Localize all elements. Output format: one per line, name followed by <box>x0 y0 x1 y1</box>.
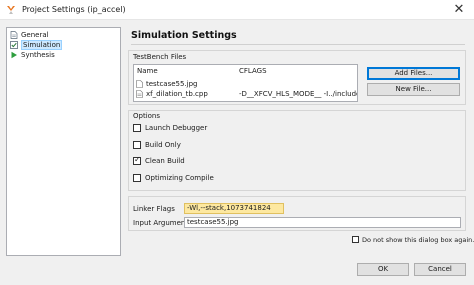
window-title: Project Settings (ip_accel) <box>22 5 126 14</box>
column-header-cflags[interactable]: CFLAGS <box>239 67 267 75</box>
page-title: Simulation Settings <box>131 30 237 41</box>
nav-item-synthesis[interactable]: Synthesis <box>10 50 55 60</box>
cancel-button[interactable]: Cancel <box>414 263 466 276</box>
nav-item-label: General <box>21 31 49 39</box>
file-name-cell: testcase55.jpg <box>146 80 198 88</box>
column-header-name[interactable]: Name <box>137 67 158 75</box>
input-arguments-label: Input Arguments <box>133 219 192 227</box>
checkbox-label: Optimizing Compile <box>145 173 214 182</box>
file-icon <box>136 90 143 98</box>
table-row[interactable]: xf_dilation_tb.cpp -D__XFCV_HLS_MODE__ -… <box>136 89 357 99</box>
checkbox-label: Do not show this dialog box again. <box>362 235 474 244</box>
nav-item-label: Simulation <box>21 40 63 50</box>
dont-show-again-checkbox[interactable]: Do not show this dialog box again. <box>352 234 474 245</box>
optimizing-compile-checkbox[interactable]: Optimizing Compile <box>133 172 214 183</box>
checkbox[interactable] <box>133 173 141 182</box>
input-arguments-input[interactable]: testcase55.jpg <box>184 217 461 228</box>
linker-flags-label: Linker Flags <box>133 205 175 213</box>
checkbox-checked[interactable]: ✓ <box>133 154 141 165</box>
ok-button[interactable]: OK <box>357 263 409 276</box>
checkmark-icon: ✓ <box>134 154 141 164</box>
app-logo-icon <box>7 6 15 14</box>
checkbox-label: Clean Build <box>145 156 185 165</box>
close-icon[interactable]: ✕ <box>446 1 472 19</box>
nav-item-label: Synthesis <box>21 51 55 59</box>
checkbox-label: Launch Debugger <box>145 123 208 132</box>
clean-build-checkbox[interactable]: ✓ Clean Build <box>133 155 185 166</box>
nav-item-general[interactable]: General <box>10 30 49 40</box>
header-divider <box>131 44 465 45</box>
checkbox[interactable] <box>133 140 141 149</box>
testbench-files-label: TestBench Files <box>133 53 187 61</box>
checkbox[interactable] <box>133 123 141 132</box>
file-name-cell: xf_dilation_tb.cpp <box>146 90 208 98</box>
file-icon <box>136 80 143 88</box>
settings-nav-tree: General Simulation Synthesis <box>6 27 121 256</box>
checkbox-icon <box>10 41 18 49</box>
linker-flags-input[interactable]: -Wl,--stack,1073741824 <box>184 203 284 214</box>
checkbox[interactable] <box>352 236 359 243</box>
build-only-checkbox[interactable]: Build Only <box>133 139 181 150</box>
checkbox-label: Build Only <box>145 140 181 149</box>
add-files-button[interactable]: Add Files... <box>367 67 460 80</box>
table-row[interactable]: testcase55.jpg <box>136 79 356 89</box>
testbench-files-table: Name CFLAGS testcase55.jpg xf_dilation_t… <box>133 64 358 102</box>
options-label: Options <box>133 112 161 120</box>
launch-debugger-checkbox[interactable]: Launch Debugger <box>133 122 207 133</box>
cflags-cell: -D__XFCV_HLS_MODE__ -I../include -st... <box>239 90 357 98</box>
nav-item-simulation[interactable]: Simulation <box>10 40 63 50</box>
play-icon <box>11 51 17 59</box>
new-file-button[interactable]: New File... <box>367 83 460 96</box>
document-icon <box>10 31 18 39</box>
